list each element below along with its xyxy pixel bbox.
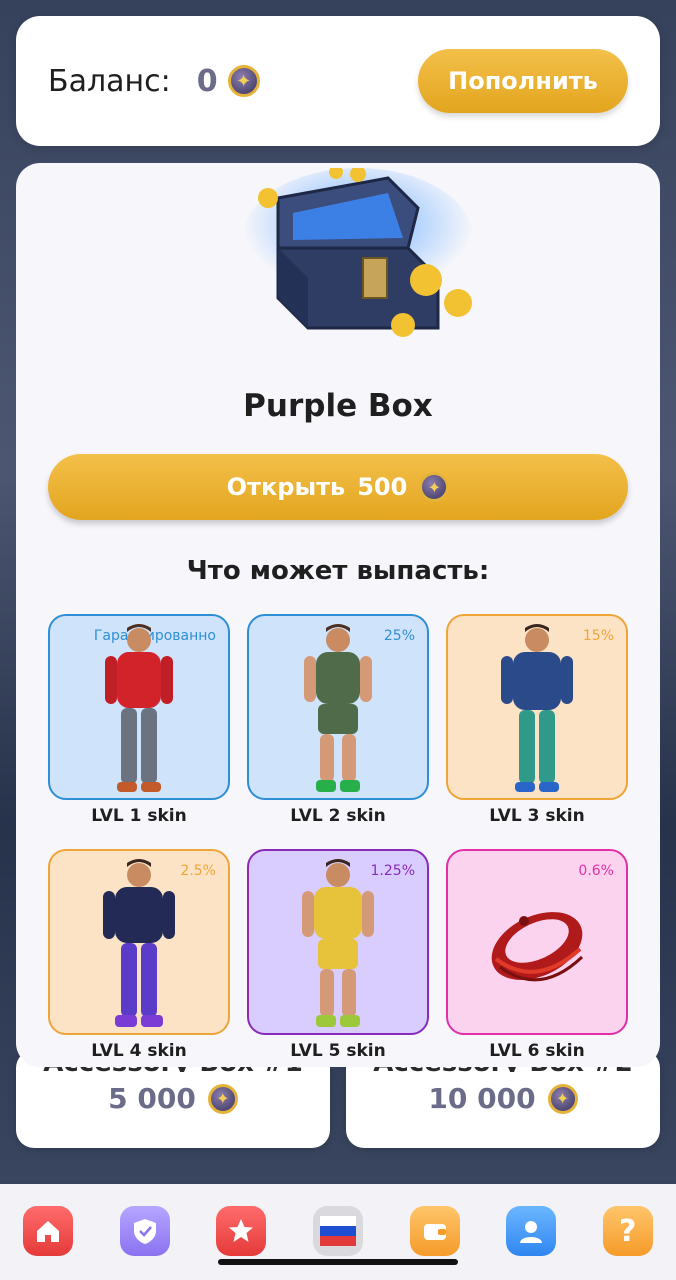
profile-icon[interactable]: [506, 1206, 557, 1256]
open-button-price: 500: [357, 473, 408, 501]
coin-icon: ✦: [207, 1083, 238, 1114]
balance-value: 0: [196, 63, 218, 99]
drops-title: Что может выпасть:: [186, 556, 490, 586]
box-modal: Purple Box Открыть 500 ✦ Что может выпас…: [16, 163, 660, 1067]
drop-tile: 25%: [247, 614, 429, 800]
open-box-button[interactable]: Открыть 500 ✦: [48, 454, 628, 520]
help-icon[interactable]: ?: [602, 1206, 653, 1256]
drop-item-lvl4[interactable]: 2.5% LVL 4 skin: [48, 849, 230, 1061]
drop-tile: 2.5%: [48, 849, 230, 1035]
box-title: Purple Box: [243, 388, 433, 424]
drop-label: LVL 2 skin: [290, 806, 386, 826]
skin-figure-icon: [302, 859, 374, 1027]
drop-label: LVL 4 skin: [91, 1041, 187, 1061]
coin-icon: ✦: [419, 472, 450, 502]
drop-label: LVL 3 skin: [489, 806, 585, 826]
bottom-nav: ?: [0, 1184, 676, 1280]
drop-tile: 1.25%: [247, 849, 429, 1035]
shop-card-price-value: 5 000: [108, 1082, 196, 1115]
shop-card-price-value: 10 000: [428, 1082, 536, 1115]
open-button-label: Открыть: [226, 473, 346, 501]
topup-button[interactable]: Пополнить: [418, 49, 628, 113]
skin-figure-icon: [501, 624, 573, 792]
drop-item-lvl6[interactable]: 0.6% LVL 6 skin: [446, 849, 628, 1061]
skin-figure-icon: [103, 859, 175, 1027]
coin-icon: ✦: [547, 1083, 578, 1114]
coin-icon: ✦: [227, 65, 260, 97]
shop-card-price: 5 000 ✦: [16, 1082, 330, 1115]
wallet-icon[interactable]: [409, 1206, 460, 1256]
drop-tile: 15%: [446, 614, 628, 800]
drop-label: LVL 1 skin: [91, 806, 187, 826]
drop-chance: 25%: [383, 628, 415, 644]
chest-image: [243, 168, 473, 337]
drop-tile: Гарантированно: [48, 614, 230, 800]
balance-label: Баланс:: [48, 63, 171, 99]
star-icon[interactable]: [216, 1206, 267, 1256]
drop-chance: 0.6%: [578, 863, 614, 879]
drop-item-lvl5[interactable]: 1.25% LVL 5 skin: [247, 849, 429, 1061]
skin-figure-icon: [304, 624, 372, 792]
drop-item-lvl2[interactable]: 25% LVL 2 skin: [247, 614, 429, 826]
shield-icon[interactable]: [119, 1206, 170, 1256]
shop-card-price: 10 000 ✦: [346, 1082, 660, 1115]
drop-item-lvl3[interactable]: 15% LVL 3 skin: [446, 614, 628, 826]
ring-icon: [491, 912, 584, 982]
drop-chance: 2.5%: [180, 863, 216, 879]
drop-chance: 15%: [582, 628, 614, 644]
home-icon[interactable]: [23, 1206, 74, 1256]
drop-item-lvl1[interactable]: Гарантированно LVL 1 skin: [48, 614, 230, 826]
russia-flag-icon[interactable]: [312, 1206, 363, 1256]
drop-label: LVL 6 skin: [489, 1041, 585, 1061]
drop-tile: 0.6%: [446, 849, 628, 1035]
home-indicator: [218, 1259, 458, 1265]
balance-bar: Баланс: 0 ✦ Пополнить: [16, 16, 660, 146]
skin-figure-icon: [105, 624, 173, 792]
drop-label: LVL 5 skin: [290, 1041, 386, 1061]
